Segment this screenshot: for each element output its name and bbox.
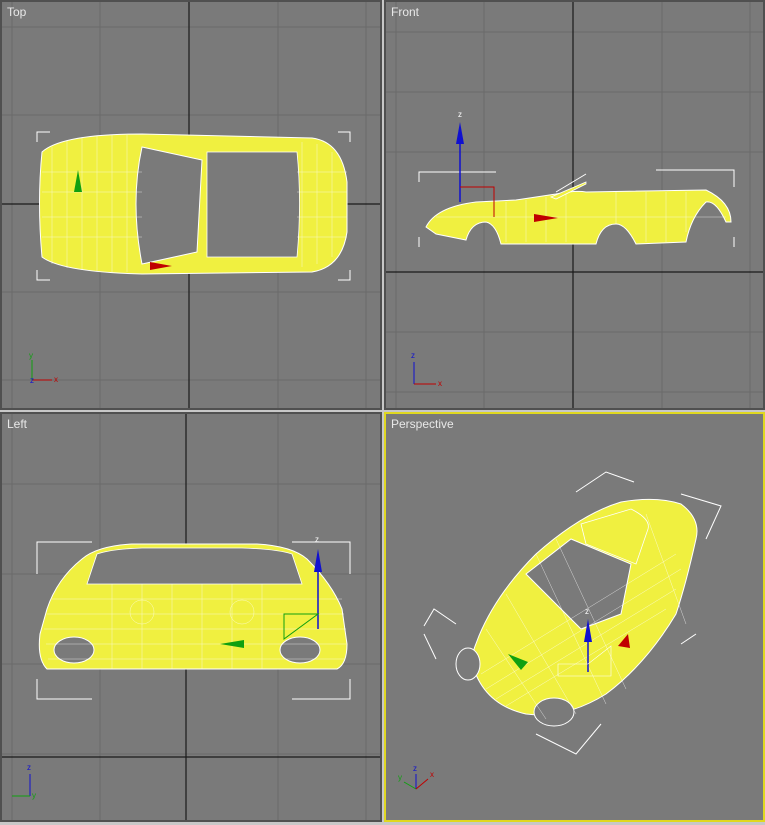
svg-text:z: z [27, 763, 31, 772]
svg-text:z: z [585, 607, 589, 616]
svg-text:z: z [411, 351, 415, 360]
car-model-top[interactable] [36, 131, 351, 281]
viewport-front[interactable]: z z x Front [384, 0, 765, 410]
car-model-front[interactable]: z [418, 110, 735, 247]
viewport-top-canvas[interactable]: y x z [2, 2, 382, 410]
viewport-top[interactable]: y x z Top [0, 0, 382, 410]
car-model-left[interactable]: z [36, 535, 351, 700]
svg-text:y: y [29, 351, 33, 360]
gizmo-z-arrow[interactable] [314, 549, 322, 572]
viewport-perspective[interactable]: z z y x Perspective [384, 412, 765, 822]
svg-text:y: y [398, 773, 402, 782]
car-model-perspective[interactable]: z [423, 471, 722, 755]
svg-text:z: z [315, 535, 319, 544]
viewport-label-top[interactable]: Top [7, 5, 26, 19]
axis-tripod-perspective: z y x [398, 764, 434, 790]
viewport-front-canvas[interactable]: z z x [386, 2, 765, 410]
svg-text:y: y [32, 791, 36, 800]
svg-text:x: x [438, 379, 442, 388]
viewport-label-perspective[interactable]: Perspective [391, 417, 454, 431]
svg-text:z: z [458, 110, 462, 119]
axis-tripod-front: z x [411, 351, 442, 388]
axis-tripod-top: y x z [29, 351, 58, 385]
svg-text:z: z [30, 376, 34, 385]
gizmo-z-arrow[interactable] [456, 122, 464, 144]
viewport-left[interactable]: z z y Left [0, 412, 382, 822]
viewport-label-front[interactable]: Front [391, 5, 419, 19]
svg-text:z: z [413, 764, 417, 773]
svg-text:x: x [430, 770, 434, 779]
viewport-perspective-canvas[interactable]: z z y x [386, 414, 765, 822]
svg-text:x: x [54, 375, 58, 384]
viewport-left-canvas[interactable]: z z y [2, 414, 382, 822]
axis-tripod-left: z y [12, 763, 36, 800]
viewport-label-left[interactable]: Left [7, 417, 27, 431]
